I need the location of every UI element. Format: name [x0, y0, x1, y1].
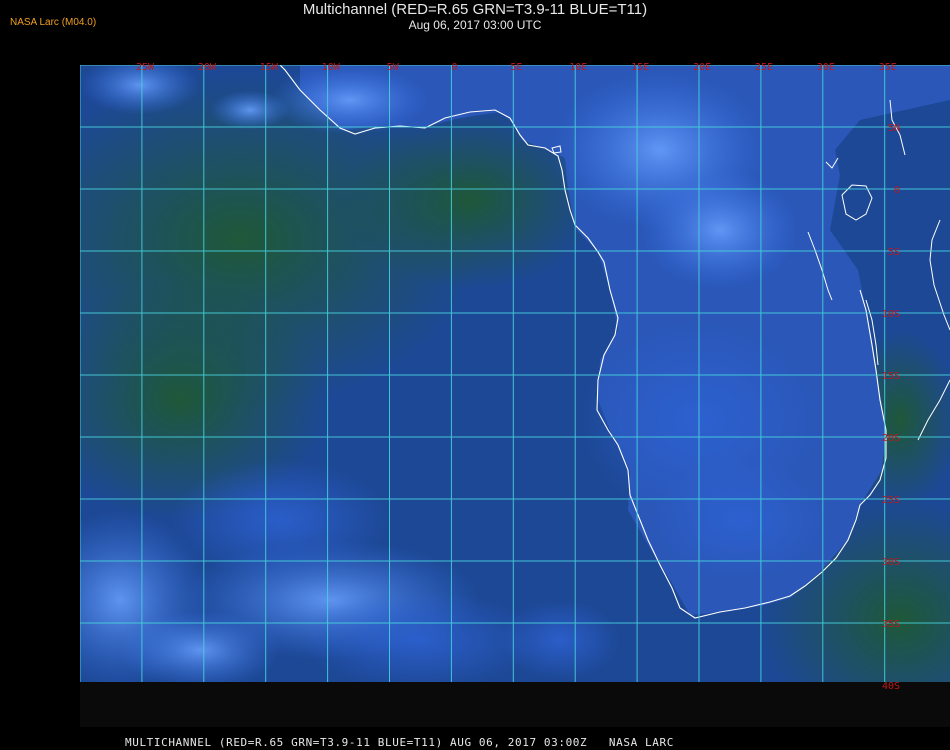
page-title: Multichannel (RED=R.65 GRN=T3.9-11 BLUE=… [302, 1, 648, 18]
longitude-label: 25W [136, 62, 155, 73]
latitude-label: 20S [882, 433, 900, 444]
latitude-label: 40S [882, 681, 900, 692]
footer-caption: MULTICHANNEL (RED=R.65 GRN=T3.9-11 BLUE=… [125, 736, 674, 749]
latitude-label: 10S [882, 309, 900, 320]
latitude-label: 15S [882, 371, 900, 382]
page-subtitle: Aug 06, 2017 03:00 UTC [408, 18, 542, 32]
longitude-label: 30E [817, 62, 835, 73]
latitude-label: 25S [882, 495, 900, 506]
longitude-label: 10W [322, 62, 341, 73]
longitude-label: 25E [755, 62, 773, 73]
longitude-label: 35E [879, 62, 897, 73]
latitude-label: 5N [888, 123, 900, 134]
latitude-label: 35S [882, 619, 900, 630]
longitude-label: 20E [693, 62, 711, 73]
satellite-map: 25W 20W 15W 10W 5W 0 5E 10E 15E 20E 25E 30E 35E 5N 0 5… [80, 62, 950, 727]
longitude-label: 15W [260, 62, 279, 73]
latitude-label: 30S [882, 557, 900, 568]
longitude-label: 5E [510, 62, 522, 73]
latitude-label: 5S [888, 247, 900, 258]
longitude-label: 5W [387, 62, 400, 73]
longitude-label: 20W [198, 62, 217, 73]
longitude-label: 15E [631, 62, 649, 73]
latitude-label: 0 [894, 185, 900, 196]
longitude-label: 0 [451, 62, 457, 73]
longitude-label: 10E [569, 62, 587, 73]
